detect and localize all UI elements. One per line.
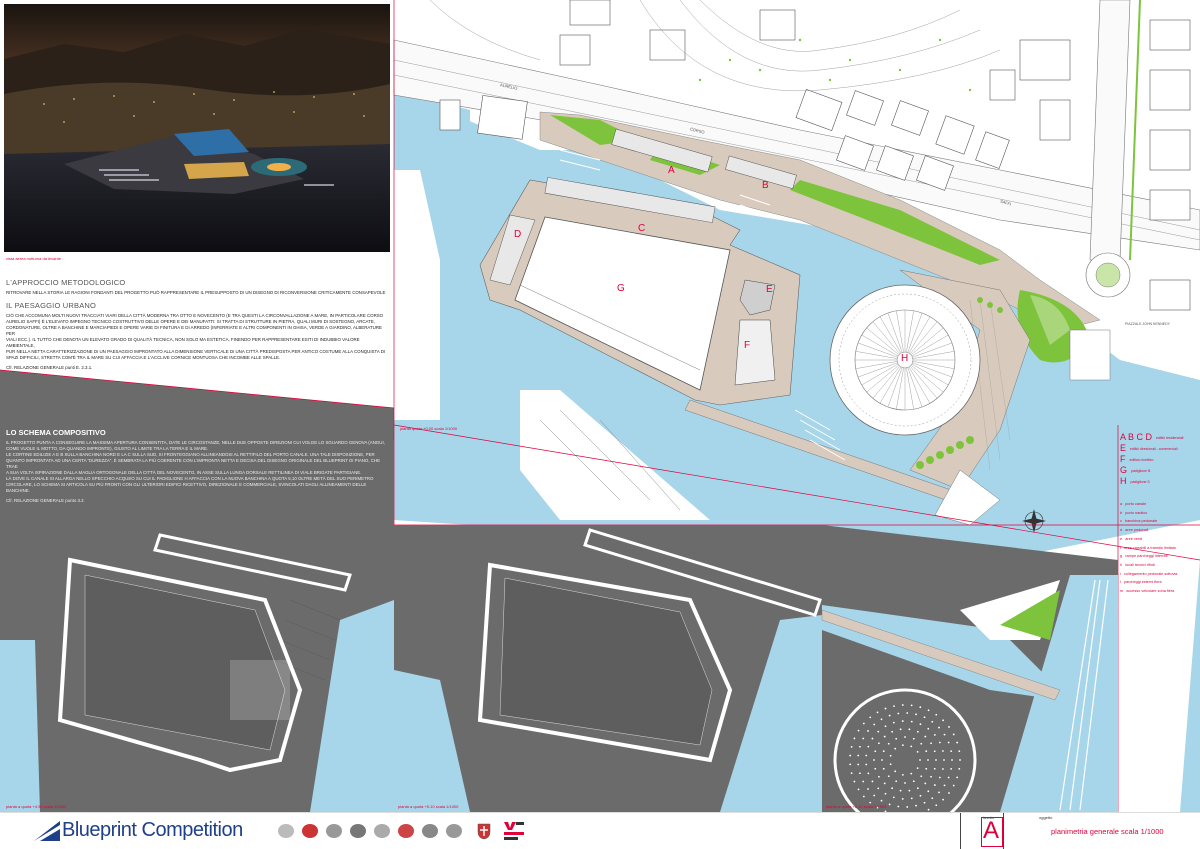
city-crest-icon: [474, 822, 494, 845]
brand-name: Blueprint Competition: [62, 819, 243, 842]
legend-desc: edifici residenziali: [1156, 435, 1184, 440]
blueprint-logo-icon: [34, 821, 60, 841]
building-label-g: G: [617, 283, 625, 294]
legend-desc: porto nautico: [1125, 510, 1148, 515]
scheme-section: LO SCHEMA COMPOSITIVO IL PROGETTO PUNTA …: [6, 428, 390, 504]
building-label-a: A: [668, 165, 675, 176]
legend-desc: porto canale: [1125, 502, 1147, 506]
legend-letters: G: [1120, 465, 1128, 475]
legend-key: b: [1120, 510, 1123, 515]
sponsor-logo-icon: [350, 824, 366, 838]
legend-key: a: [1120, 502, 1123, 506]
plan-caption: pianta quota +0.00 scala 1/1000: [400, 426, 458, 431]
brand-part-b: Competition: [141, 819, 244, 841]
footer: Blueprint Competition tavola A oggetto p…: [0, 812, 1200, 849]
legend-desc: accesso veicolare zona fiera: [1126, 589, 1175, 594]
sponsor-logo-icon: [398, 824, 414, 838]
building-label-f: F: [744, 340, 751, 351]
legend-small: a porto canale b porto nautico c banchin…: [1120, 500, 1198, 596]
sponsor-logo-icon: [446, 824, 462, 838]
building-label-b: B: [762, 180, 769, 191]
panel-caption-2: pianta a quota +5.10 scala 1/1000: [398, 804, 459, 809]
legend-letters: H: [1120, 476, 1127, 486]
legend-item: g rampe parcheggi interrati: [1120, 552, 1198, 561]
building-label-d: D: [514, 229, 522, 240]
legend-item: b porto nautico: [1120, 509, 1198, 518]
legend-row: Hpadiglione S: [1120, 476, 1198, 487]
legend-row: Eedifici direzionali - commerciali: [1120, 443, 1198, 454]
sheet-title: planimetria generale scala 1/1000: [1051, 827, 1164, 836]
scheme-line: QUANTO IMPRONTATA AD UNA CERTA "DUREZZA"…: [6, 458, 381, 469]
legend-key: g: [1120, 554, 1123, 559]
legend-desc: locali tecnici rifiuti: [1125, 562, 1155, 567]
scheme-text: IL PROGETTO PUNTA A CONSEGUIRE LA MASSIM…: [6, 440, 390, 494]
legend-letters: E: [1120, 443, 1127, 453]
legend-letters: A B C D: [1120, 432, 1153, 442]
legend-row: A B C Dedifici residenziali: [1120, 432, 1198, 443]
legend-item: d aree pedonali: [1120, 526, 1198, 535]
sponsor-logo-icon: [422, 824, 438, 838]
legend-desc: padiglione B: [1131, 468, 1151, 473]
legend-desc: banchina pedonale: [1125, 519, 1158, 524]
sponsor-logo-icon: [326, 824, 342, 838]
legend-row: Fedificio ricettivo: [1120, 454, 1198, 465]
legend-desc: aree carrabili a transito limitato: [1124, 545, 1176, 550]
legend-item: h locali tecnici rifiuti: [1120, 561, 1198, 570]
title-divider: [1003, 813, 1004, 849]
legend-key: c: [1120, 519, 1122, 524]
tab-letter: A: [983, 817, 1000, 844]
legend-desc: edificio ricettivo: [1129, 457, 1154, 462]
legend-desc: rampe parcheggi interrati: [1125, 554, 1168, 559]
scheme-ref: Cfr. RELAZIONE GENERALE punto 3.2.: [6, 498, 85, 503]
building-label-c: C: [638, 223, 646, 234]
legend-item: m accesso veicolare zona fiera: [1120, 587, 1198, 596]
legend-item: i collegamento pedonale sottovia: [1120, 570, 1198, 579]
legend-key: h: [1120, 562, 1123, 567]
legend-key: l: [1120, 580, 1121, 585]
legend-desc: collegamento pedonale sottovia: [1124, 571, 1178, 576]
legend-item: l parcheggi esterni fiera: [1120, 578, 1198, 587]
legend-row: Gpadiglione B: [1120, 465, 1198, 476]
sponsor-logo-icon: [302, 824, 318, 838]
legend-big: A B C Dedifici residenziali Eedifici dir…: [1120, 432, 1198, 487]
legend-item: f aree carrabili a transito limitato: [1120, 544, 1198, 553]
site-plan: [0, 0, 1200, 812]
piazzale-label: PIAZZALE JOHN KENNEDY: [1125, 322, 1170, 326]
obj-label: oggetto: [1039, 815, 1053, 820]
legend-item: e aree verdi: [1120, 535, 1198, 544]
panel-caption-1: pianta a quota +4.90 scala 1/1000: [6, 804, 67, 809]
legend-desc: aree verdi: [1125, 536, 1143, 541]
scheme-title: LO SCHEMA COMPOSITIVO: [6, 428, 106, 437]
legend-key: i: [1120, 571, 1121, 576]
legend-desc: edifici direzionali - commerciali: [1130, 446, 1178, 451]
legend-key: d: [1120, 528, 1123, 533]
sponsor-logo-icon: [278, 824, 294, 838]
legend-key: e: [1120, 536, 1123, 541]
sponsor-logo-icon: [374, 824, 390, 838]
legend-letters: F: [1120, 454, 1126, 464]
legend-desc: parcheggi esterni fiera: [1124, 580, 1162, 585]
brand-part-a: Blueprint: [62, 819, 142, 841]
legend-key: m: [1120, 589, 1124, 594]
panel-caption-3: pianta a quota +5.10 scala 1/1000: [826, 804, 887, 809]
legend-item: c banchina pedonale: [1120, 517, 1198, 526]
sponsor-logos: [278, 824, 462, 838]
title-block: tavola A oggetto planimetria generale sc…: [960, 813, 1200, 849]
legend-desc: padiglione S: [1130, 479, 1150, 484]
legend-desc: aree pedonali: [1125, 528, 1149, 533]
building-label-h: H: [901, 353, 909, 364]
venova-logo-icon: [502, 819, 526, 848]
scheme-line: CIRCOLARE, LO SCHEMA SI ARTICOLA SU PIÙ …: [6, 482, 367, 493]
legend-key: f: [1120, 545, 1122, 550]
legend-item: a porto canale: [1120, 500, 1198, 509]
building-label-e: E: [766, 284, 773, 295]
